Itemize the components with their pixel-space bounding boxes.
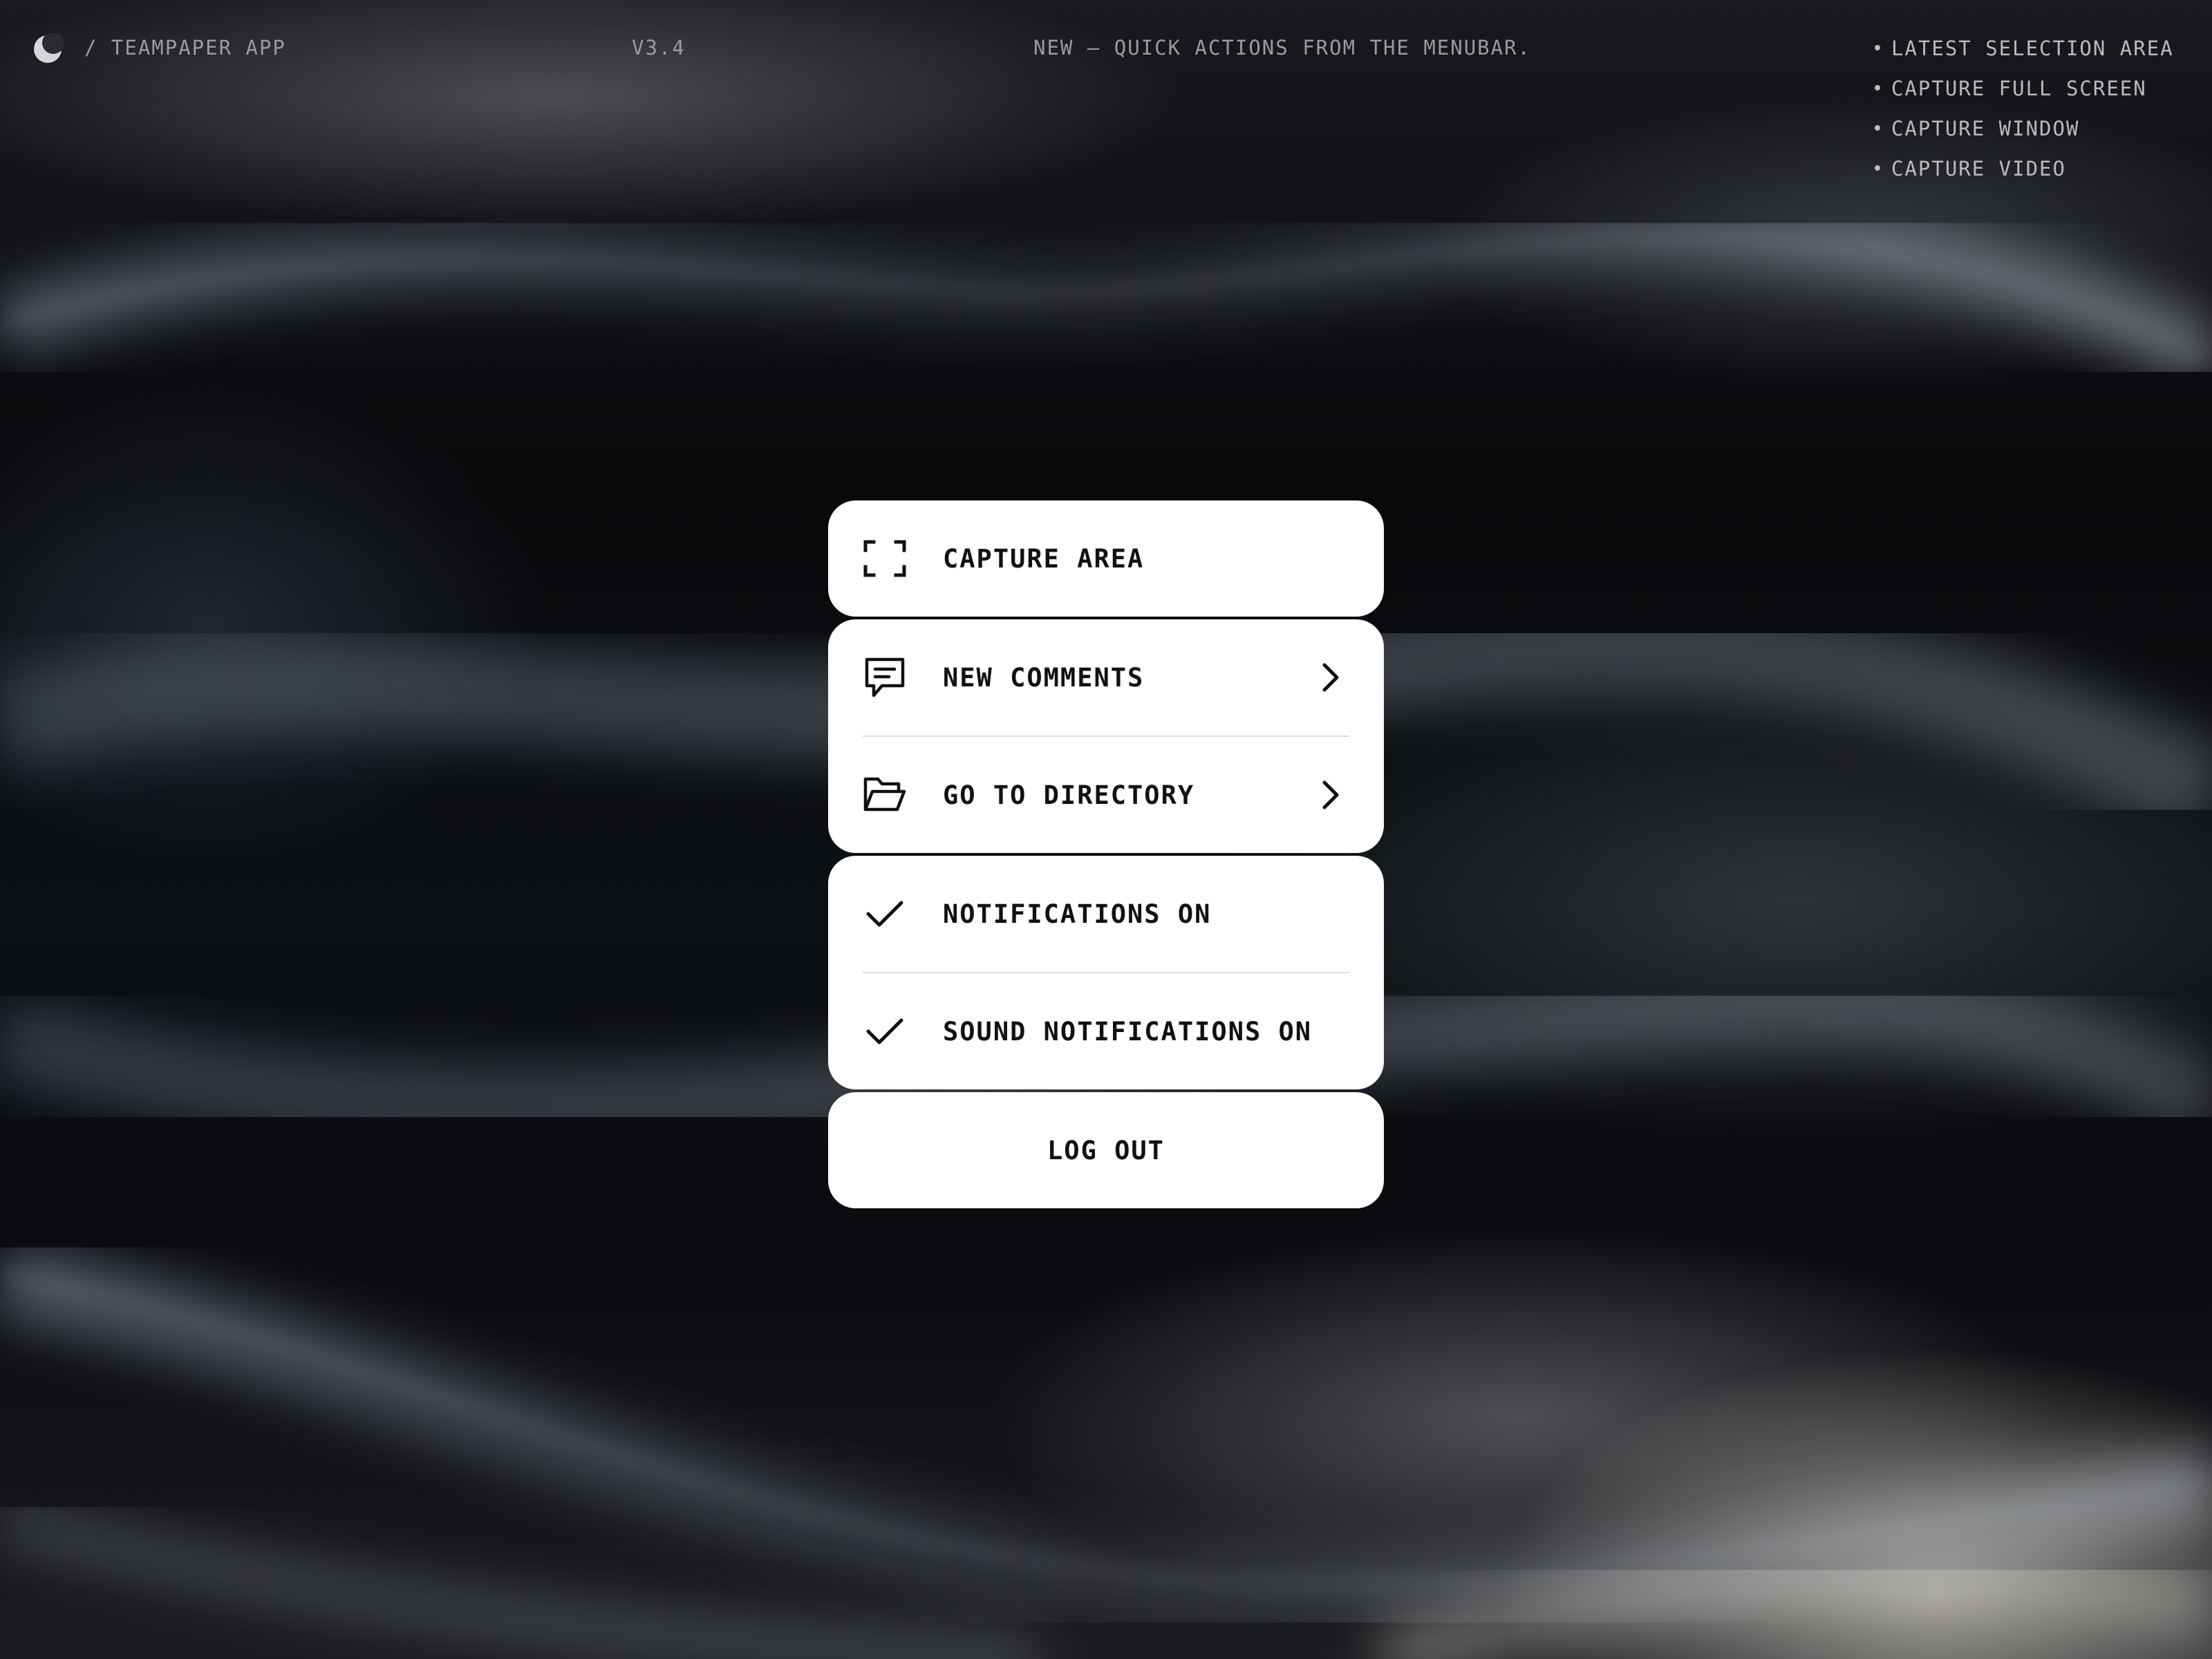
moon-icon[interactable] xyxy=(32,33,64,65)
notifications-toggle[interactable]: NOTIFICATIONS ON xyxy=(828,856,1384,972)
menu-group-account: LOG OUT xyxy=(828,1092,1384,1208)
menu-group-capture: CAPTURE AREA xyxy=(828,500,1384,617)
sound-notifications-label: SOUND NOTIFICATIONS ON xyxy=(943,1016,1313,1047)
chevron-right-icon xyxy=(1322,663,1339,692)
capture-area-item[interactable]: CAPTURE AREA xyxy=(828,500,1384,617)
quick-action-window[interactable]: CAPTURE WINDOW xyxy=(1875,113,2174,153)
log-out-button[interactable]: LOG OUT xyxy=(828,1092,1384,1208)
menubar-dropdown: CAPTURE AREA NEW COMMENTS GO TO DIRECTOR… xyxy=(828,500,1384,1211)
menu-group-notifications: NOTIFICATIONS ON SOUND NOTIFICATIONS ON xyxy=(828,856,1384,1089)
chevron-right-icon xyxy=(1322,780,1339,809)
version-label: V3.4 xyxy=(632,36,686,59)
new-comments-item[interactable]: NEW COMMENTS xyxy=(828,619,1384,735)
go-to-directory-label: GO TO DIRECTORY xyxy=(943,780,1195,810)
go-to-directory-item[interactable]: GO TO DIRECTORY xyxy=(828,737,1384,853)
folder-open-icon xyxy=(863,773,907,817)
selection-frame-icon xyxy=(863,536,907,581)
news-banner: NEW — QUICK ACTIONS FROM THE MENUBAR. xyxy=(1033,36,1532,59)
quick-action-latest-selection[interactable]: LATEST SELECTION AREA xyxy=(1875,33,2174,73)
bullet-icon xyxy=(1875,165,1880,171)
menu-group-navigation: NEW COMMENTS GO TO DIRECTORY xyxy=(828,619,1384,853)
app-name: / TEAMPAPER APP xyxy=(84,36,286,59)
quick-actions-list: LATEST SELECTION AREA CAPTURE FULL SCREE… xyxy=(1875,33,2174,194)
quick-action-full-screen[interactable]: CAPTURE FULL SCREEN xyxy=(1875,73,2174,113)
check-icon xyxy=(863,892,907,936)
comment-icon xyxy=(863,655,907,700)
bullet-icon xyxy=(1875,45,1880,50)
sound-notifications-toggle[interactable]: SOUND NOTIFICATIONS ON xyxy=(828,973,1384,1089)
new-comments-label: NEW COMMENTS xyxy=(943,662,1145,693)
capture-area-label: CAPTURE AREA xyxy=(943,543,1145,574)
check-icon xyxy=(863,1009,907,1053)
bullet-icon xyxy=(1875,125,1880,131)
quick-action-video[interactable]: CAPTURE VIDEO xyxy=(1875,153,2174,194)
bullet-icon xyxy=(1875,85,1880,91)
notifications-label: NOTIFICATIONS ON xyxy=(943,899,1212,929)
log-out-label: LOG OUT xyxy=(1047,1135,1165,1165)
